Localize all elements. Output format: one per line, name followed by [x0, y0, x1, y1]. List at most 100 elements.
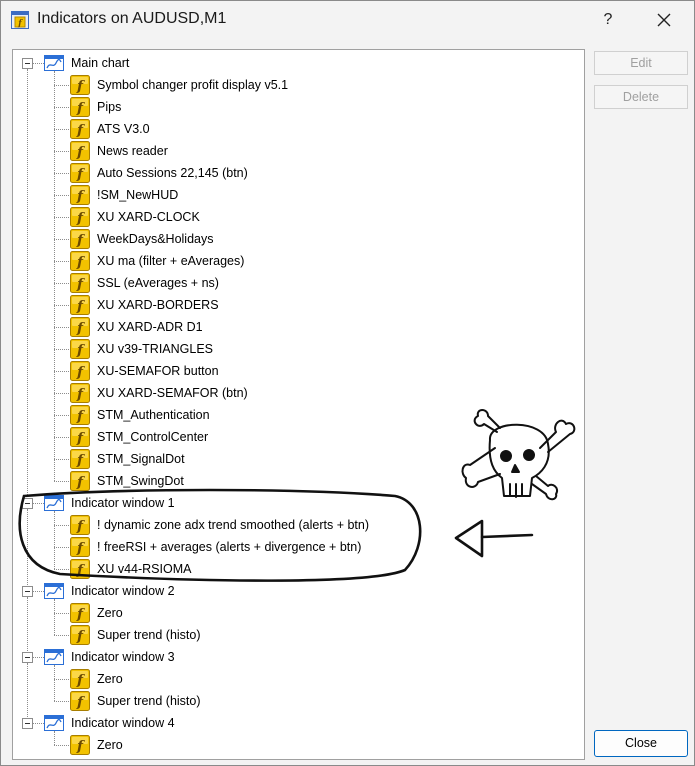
indicator-name: Zero: [97, 672, 123, 686]
indicator-name: Symbol changer profit display v5.1: [97, 78, 289, 92]
close-button[interactable]: Close: [594, 730, 688, 757]
indicator-name: XU ma (filter + eAverages): [97, 254, 245, 268]
indicator-list-item[interactable]: f Zero: [13, 668, 573, 690]
indicator-list-item[interactable]: f STM_SignalDot: [13, 448, 573, 470]
tree-connector: [33, 503, 44, 504]
delete-button[interactable]: Delete: [594, 85, 688, 109]
indicator-function-icon: f: [70, 361, 90, 381]
indicator-function-icon: f: [70, 273, 90, 293]
indicator-list-item[interactable]: f Super trend (histo): [13, 624, 573, 646]
indicator-function-icon: f: [70, 427, 90, 447]
chart-window-icon: [44, 649, 64, 665]
tree-group-row[interactable]: Main chart: [13, 52, 573, 74]
collapse-toggle[interactable]: [22, 58, 33, 69]
indicator-name: Zero: [97, 606, 123, 620]
window-title: Indicators on AUDUSD,M1: [37, 10, 227, 27]
edit-button[interactable]: Edit: [594, 51, 688, 75]
tree-group-label: Indicator window 2: [71, 584, 175, 598]
indicator-function-icon: f: [70, 163, 90, 183]
indicator-list-item[interactable]: f Pips: [13, 96, 573, 118]
indicator-function-icon: f: [70, 207, 90, 227]
tree-connector: [54, 437, 69, 438]
collapse-toggle[interactable]: [22, 498, 33, 509]
indicator-name: XU v44-RSIOMA: [97, 562, 192, 576]
chart-window-icon: [44, 715, 64, 731]
indicator-function-icon: f: [70, 691, 90, 711]
indicator-list-item[interactable]: f WeekDays&Holidays: [13, 228, 573, 250]
indicator-list-item[interactable]: f STM_SwingDot: [13, 470, 573, 492]
tree-group-row[interactable]: Indicator window 4: [13, 712, 573, 734]
indicator-function-icon: f: [70, 735, 90, 755]
tree-connector: [54, 679, 69, 680]
indicator-list-item[interactable]: f ATS V3.0: [13, 118, 573, 140]
collapse-toggle[interactable]: [22, 652, 33, 663]
indicator-list-item[interactable]: f ! dynamic zone adx trend smoothed (aler…: [13, 514, 573, 536]
indicator-function-icon: f: [70, 669, 90, 689]
indicator-name: STM_SwingDot: [97, 474, 184, 488]
indicator-list-item[interactable]: f ! freeRSI + averages (alerts + divergen…: [13, 536, 573, 558]
indicator-function-icon: f: [70, 449, 90, 469]
indicator-list-item[interactable]: f XU XARD-BORDERS: [13, 294, 573, 316]
tree-connector: [54, 613, 69, 614]
title-bar: f Indicators on AUDUSD,M1 ?: [1, 1, 694, 39]
indicator-list-item[interactable]: f XU XARD-CLOCK: [13, 206, 573, 228]
indicator-name: WeekDays&Holidays: [97, 232, 214, 246]
indicator-list-item[interactable]: f SSL (eAverages + ns): [13, 272, 573, 294]
indicator-list-item[interactable]: f XU XARD-ADR D1: [13, 316, 573, 338]
help-button[interactable]: ?: [593, 5, 623, 35]
indicators-window-icon: f: [11, 11, 29, 29]
tree-connector: [54, 511, 55, 569]
tree-connector: [54, 393, 69, 394]
tree-connector: [54, 261, 69, 262]
indicator-function-icon: f: [70, 295, 90, 315]
indicator-name: STM_SignalDot: [97, 452, 185, 466]
indicator-function-icon: f: [70, 405, 90, 425]
indicator-list-item[interactable]: f STM_Authentication: [13, 404, 573, 426]
indicator-list-item[interactable]: f Zero: [13, 602, 573, 624]
indicator-list-item[interactable]: f XU ma (filter + eAverages): [13, 250, 573, 272]
indicator-list-item[interactable]: f XU XARD-SEMAFOR (btn): [13, 382, 573, 404]
indicator-list-item[interactable]: f Zero: [13, 734, 573, 756]
tree-group-row[interactable]: Indicator window 3: [13, 646, 573, 668]
tree-connector: [54, 525, 69, 526]
tree-group-label: Main chart: [71, 56, 130, 70]
tree-connector: [54, 459, 69, 460]
indicator-list-item[interactable]: f Super trend (histo): [13, 690, 573, 712]
indicator-list-item[interactable]: f STM_ControlCenter: [13, 426, 573, 448]
tree-group-row[interactable]: Indicator window 2: [13, 580, 573, 602]
indicator-name: Auto Sessions 22,145 (btn): [97, 166, 248, 180]
indicator-list-item[interactable]: f Symbol changer profit display v5.1: [13, 74, 573, 96]
indicator-name: XU XARD-BORDERS: [97, 298, 219, 312]
indicator-list-item[interactable]: f XU v44-RSIOMA: [13, 558, 573, 580]
indicator-list-item[interactable]: f !SM_NewHUD: [13, 184, 573, 206]
tree-connector: [54, 195, 69, 196]
chart-window-icon: [44, 495, 64, 511]
indicator-list-item[interactable]: f XU v39-TRIANGLES: [13, 338, 573, 360]
tree-connector: [54, 547, 69, 548]
indicator-name: Zero: [97, 738, 123, 752]
tree-connector: [54, 327, 69, 328]
collapse-toggle[interactable]: [22, 718, 33, 729]
tree-connector: [33, 591, 44, 592]
indicator-name: SSL (eAverages + ns): [97, 276, 219, 290]
indicator-function-icon: f: [70, 625, 90, 645]
indicator-name: STM_ControlCenter: [97, 430, 209, 444]
tree-connector: [54, 129, 69, 130]
tree-connector: [54, 599, 55, 635]
tree-group-row[interactable]: Indicator window 1: [13, 492, 573, 514]
indicator-function-icon: f: [70, 339, 90, 359]
indicator-list-item[interactable]: f XU-SEMAFOR button: [13, 360, 573, 382]
indicator-tree[interactable]: Main chart f Symbol changer profit display…: [12, 49, 585, 760]
indicator-name: !SM_NewHUD: [97, 188, 179, 202]
tree-group-label: Indicator window 1: [71, 496, 175, 510]
indicator-function-icon: f: [70, 229, 90, 249]
collapse-toggle[interactable]: [22, 586, 33, 597]
tree-connector: [54, 745, 69, 746]
indicator-list-item[interactable]: f News reader: [13, 140, 573, 162]
tree-connector: [54, 635, 69, 636]
close-window-icon[interactable]: [649, 5, 679, 35]
tree-connector: [54, 151, 69, 152]
tree-connector: [33, 63, 44, 64]
indicator-list-item[interactable]: f Auto Sessions 22,145 (btn): [13, 162, 573, 184]
indicator-function-icon: f: [70, 383, 90, 403]
